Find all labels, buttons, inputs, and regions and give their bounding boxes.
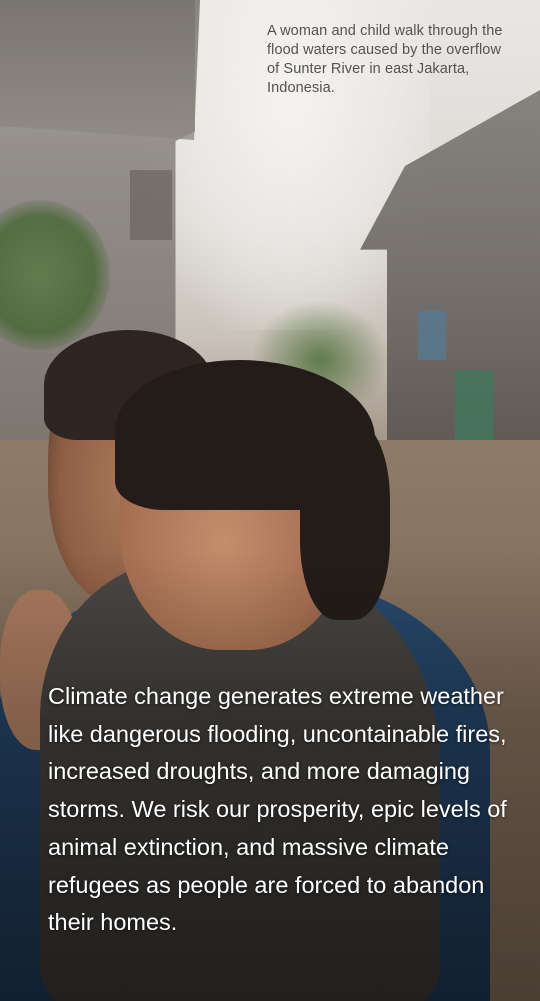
story-paragraph: Climate change generates extreme weather… <box>48 683 507 936</box>
story-screen: A woman and child walk through the flood… <box>0 0 540 1001</box>
photo-caption: A woman and child walk through the flood… <box>267 23 503 96</box>
